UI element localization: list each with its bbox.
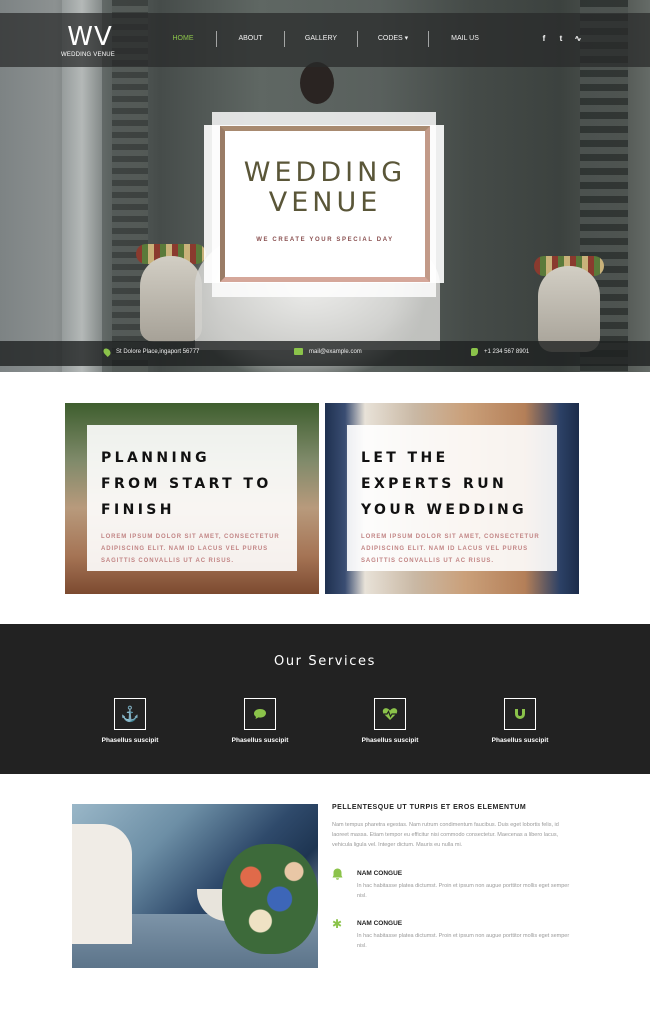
photo-bouquet — [222, 844, 318, 954]
feature-box: PLANNING FROM START TO FINISH LOREM IPSU… — [87, 425, 297, 571]
logo-text: WEDDING VENUE — [61, 52, 115, 58]
point-title: NAM CONGUE — [357, 920, 403, 927]
feature-panel-experts: LET THE EXPERTS RUN YOUR WEDDING LOREM I… — [325, 403, 579, 594]
top-navigation: WV WEDDING VENUE HOME ABOUT GALLERY CODE… — [0, 13, 650, 67]
address-text: St Dolore Place,ingaport 56777 — [116, 349, 200, 355]
feature-title-line: YOUR WEDDING — [361, 502, 528, 518]
feature-text-line: LOREM IPSUM DOLOR SIT AMET, CONSECTETUR — [101, 534, 280, 540]
feature-text-line: ADIPISCING ELIT. NAM ID LACUS VEL PURUS — [101, 546, 269, 552]
services-section: Our Services ⚓ Phasellus suscipit Phasel… — [0, 624, 650, 774]
hero-title: WEDDING VENUE — [225, 158, 425, 218]
feature-title-line: FINISH — [101, 502, 175, 518]
feature-title: PLANNING FROM START TO FINISH — [101, 445, 283, 523]
logo-mark: WV — [67, 22, 113, 52]
chat-icon[interactable] — [244, 698, 276, 730]
menu-item-about[interactable]: ABOUT — [217, 31, 284, 47]
social-links: f t ∿ — [540, 34, 582, 44]
contact-bar: St Dolore Place,ingaport 56777 mail@exam… — [0, 341, 650, 366]
feature-title-line: EXPERTS RUN — [361, 476, 508, 492]
menu-item-gallery[interactable]: GALLERY — [285, 31, 357, 47]
menu-item-mail-us[interactable]: MAIL US — [429, 31, 501, 47]
service-item[interactable]: Phasellus suscipit — [480, 698, 560, 744]
service-label[interactable]: Phasellus suscipit — [90, 737, 170, 744]
hero-bride — [300, 62, 334, 104]
feature-panel-planning: PLANNING FROM START TO FINISH LOREM IPSU… — [65, 403, 319, 594]
services-title: Our Services — [274, 654, 376, 669]
service-label[interactable]: Phasellus suscipit — [480, 737, 560, 744]
facebook-icon[interactable]: f — [540, 34, 548, 44]
hero-urn-left — [140, 256, 202, 342]
magnet-icon[interactable] — [504, 698, 536, 730]
rss-icon[interactable]: ∿ — [574, 34, 582, 44]
feature-text-line: SAGITTIS CONVALLIS UT AC RISUS. — [361, 558, 494, 564]
contact-phone: +1 234 567 8901 — [471, 348, 529, 356]
feature-text-line: SAGITTIS CONVALLIS UT AC RISUS. — [101, 558, 234, 564]
feature-text-line: ADIPISCING ELIT. NAM ID LACUS VEL PURUS — [361, 546, 529, 552]
service-item[interactable]: Phasellus suscipit — [220, 698, 300, 744]
main-menu: HOME ABOUT GALLERY CODES ▾ MAIL US — [150, 31, 501, 47]
service-item[interactable]: ⚓ Phasellus suscipit — [90, 698, 170, 744]
anchor-icon[interactable]: ⚓ — [114, 698, 146, 730]
contact-email[interactable]: mail@example.com — [294, 348, 362, 355]
service-label[interactable]: Phasellus suscipit — [350, 737, 430, 744]
phone-text: +1 234 567 8901 — [484, 349, 530, 355]
point-text: In hac habitasse platea dictumst. Proin … — [357, 883, 570, 899]
heartbeat-icon[interactable] — [374, 698, 406, 730]
feature-title: LET THE EXPERTS RUN YOUR WEDDING — [361, 445, 543, 523]
map-pin-icon — [102, 347, 112, 357]
photo-bride-arm — [72, 824, 132, 944]
feature-title-line: LET THE — [361, 450, 449, 466]
site-logo[interactable]: WV WEDDING VENUE — [61, 22, 117, 58]
feature-text-line: LOREM IPSUM DOLOR SIT AMET, CONSECTETUR — [361, 534, 540, 540]
service-item[interactable]: Phasellus suscipit — [350, 698, 430, 744]
menu-item-home[interactable]: HOME — [150, 31, 216, 47]
about-photo — [72, 804, 318, 968]
feature-box: LET THE EXPERTS RUN YOUR WEDDING LOREM I… — [347, 425, 557, 571]
feature-text: LOREM IPSUM DOLOR SIT AMET, CONSECTETUR … — [101, 531, 283, 567]
about-text: Nam tempus pharetra egestas. Nam rutrum … — [332, 822, 559, 848]
about-title: PELLENTESQUE UT TURPIS ET EROS ELEMENTUM — [332, 804, 527, 811]
feature-title-line: PLANNING — [101, 450, 211, 466]
phone-icon — [471, 348, 478, 356]
twitter-icon[interactable]: t — [557, 34, 565, 44]
hero-title-line1: WEDDING — [243, 157, 407, 188]
menu-item-codes[interactable]: CODES ▾ — [358, 31, 428, 47]
feature-title-line: FROM START TO — [101, 476, 272, 492]
hero-urn-right — [538, 266, 600, 352]
hero-subtitle: WE CREATE YOUR SPECIAL DAY — [256, 237, 394, 243]
bell-icon — [332, 868, 343, 880]
hero-title-line2: VENUE — [268, 187, 382, 218]
envelope-icon — [294, 348, 303, 355]
service-label[interactable]: Phasellus suscipit — [220, 737, 300, 744]
feature-text: LOREM IPSUM DOLOR SIT AMET, CONSECTETUR … — [361, 531, 543, 567]
point-title: NAM CONGUE — [357, 870, 403, 877]
point-text: In hac habitasse platea dictumst. Proin … — [357, 933, 570, 949]
asterisk-icon: ✱ — [332, 917, 343, 931]
contact-address: St Dolore Place,ingaport 56777 — [102, 347, 200, 357]
email-text[interactable]: mail@example.com — [309, 349, 362, 355]
